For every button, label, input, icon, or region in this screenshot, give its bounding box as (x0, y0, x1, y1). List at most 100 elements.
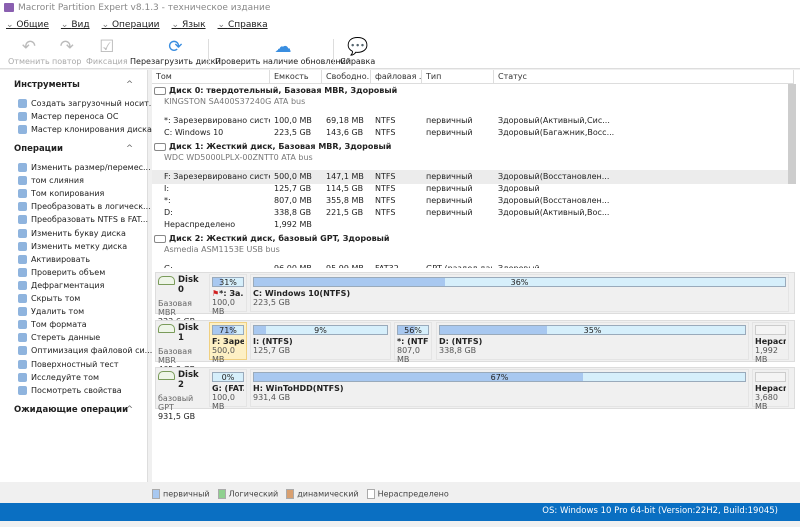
menu-general[interactable]: Общие (6, 20, 49, 35)
usage-bar: 67% (253, 372, 746, 382)
legend: первичный Логический динамический Нераспред… (152, 487, 449, 501)
sidebar-operation-item[interactable]: Преобразовать в логическ... (18, 202, 151, 212)
cell: Здоровый(Багажник,Восс... (498, 128, 615, 137)
redo-button[interactable]: ↷ повтор (52, 37, 81, 66)
partition-block[interactable]: 56% *: (NTFS)807,0 MB (394, 322, 432, 364)
item-label: Мастер переноса ОС (31, 112, 119, 121)
sidebar-operation-item[interactable]: Изменить метку диска (18, 241, 128, 251)
operation-icon (18, 267, 27, 277)
sidebar-tool-item[interactable]: Создать загрузочный носит... (18, 99, 156, 108)
app-icon (4, 3, 14, 12)
disk-block[interactable]: Disk 2 базовый GPT931,5 GB 0% G: (FAT...100… (155, 367, 795, 421)
partition-block[interactable]: 36% C: Windows 10(NTFS) 223,5 GB (250, 274, 789, 312)
partition-block[interactable]: 0% G: (FAT...100,0 MB (209, 369, 247, 411)
operation-icon (18, 202, 27, 212)
operation-icon (18, 359, 27, 369)
cell: 338,8 GB (274, 208, 312, 217)
undo-label: Отменить (8, 57, 50, 66)
collapse-icon[interactable]: ^ (126, 144, 133, 154)
check-updates-button[interactable]: ☁ Проверить наличие обновлений (215, 37, 351, 66)
partition-block[interactable]: 31% ⚑*: За...100,0 MB (209, 274, 247, 316)
disk-header[interactable]: Диск 0: твердотельный, Базовая MBR, Здор… (154, 86, 397, 95)
column-header[interactable]: Том (152, 70, 270, 84)
item-label: Изменить метку диска (31, 241, 128, 251)
partition-name: D: (NTFS) (439, 337, 746, 346)
cell: I: (164, 184, 170, 193)
item-label: Оптимизация файловой си... (31, 346, 153, 356)
pending-operations-section[interactable]: Ожидающие операции ^ (14, 405, 133, 415)
sidebar-tool-item[interactable]: Мастер клонирования диска (18, 125, 152, 134)
disk-name: Disk 1 (178, 323, 199, 343)
os-info: OS: Windows 10 Pro 64-bit (Version:22H2,… (542, 506, 778, 516)
partition-block[interactable]: 35% D: (NTFS) 338,8 GB (436, 322, 749, 360)
column-header[interactable]: Статус (494, 70, 794, 84)
sidebar-operation-item[interactable]: Поверхностный тест (18, 359, 118, 369)
table-row[interactable]: C: Windows 10 223,5 GB 143,6 GB NTFS первичн… (152, 126, 792, 140)
sidebar-operation-item[interactable]: Активировать (18, 254, 90, 264)
operation-icon (18, 385, 27, 395)
collapse-icon[interactable]: ^ (126, 80, 133, 90)
sidebar-operation-item[interactable]: Дефрагментация (18, 280, 104, 290)
column-header[interactable]: Свободно... (322, 70, 371, 84)
partition-label: D: (NTFS) (439, 337, 483, 346)
sidebar-operation-item[interactable]: Том копирования (18, 189, 104, 199)
disk-size: 931,5 GB (158, 412, 196, 421)
section-title: Операции (14, 144, 63, 154)
sidebar-operation-item[interactable]: Том формата (18, 320, 87, 330)
sidebar-operation-item[interactable]: Посмотреть свойства (18, 385, 122, 395)
sidebar-operation-item[interactable]: Изменить размер/перемес... (18, 163, 151, 172)
sidebar-operation-item[interactable]: Стереть данные (18, 333, 100, 343)
sidebar-operation-item[interactable]: Оптимизация файловой си... (18, 346, 153, 356)
partition-size: 125,7 GB (253, 346, 291, 355)
help-button[interactable]: 💬 Справка (340, 37, 375, 66)
sidebar-tool-item[interactable]: Мастер переноса ОС (18, 112, 118, 121)
partition-label: Нераспн... (755, 337, 786, 346)
sidebar-operation-item[interactable]: Скрыть том (18, 294, 80, 303)
sidebar-operation-item[interactable]: Исследуйте том (18, 372, 99, 382)
disk-header[interactable]: Диск 1: Жесткий диск, Базовая MBR, Здоро… (154, 142, 391, 151)
column-header[interactable]: Емкость (270, 70, 322, 84)
partition-label: G: (FAT... (212, 384, 244, 393)
undo-button[interactable]: ↶ Отменить (8, 37, 50, 66)
operations-section[interactable]: Операции ^ (14, 144, 133, 154)
collapse-icon[interactable]: ^ (126, 405, 133, 415)
partition-block[interactable]: 71% F: Заре...500,0 MB (209, 322, 247, 364)
cell: 223,5 GB (274, 128, 312, 137)
help-bubble-icon: 💬 (347, 37, 369, 57)
disk-block[interactable]: Disk 1Базовая MBR465,8 GB71%F: Заре...50… (155, 320, 795, 374)
operation-icon (18, 215, 27, 225)
sidebar-operation-item[interactable]: том слияния (18, 176, 84, 186)
commit-button[interactable]: ☑ Фиксация (86, 37, 128, 66)
sidebar-operation-item[interactable]: Изменить букву диска (18, 228, 126, 238)
cell: NTFS (375, 172, 396, 181)
cell: NTFS (375, 184, 396, 193)
operation-icon (18, 320, 27, 330)
column-header[interactable]: файловая ... (371, 70, 422, 84)
partition-size: 338,8 GB (439, 346, 477, 355)
menu-operations[interactable]: Операции (102, 20, 160, 35)
partition-block[interactable]: 67% H: WinToHDD(NTFS) 931,4 GB (250, 369, 749, 407)
redo-label: повтор (52, 57, 82, 66)
partition-size: 223,5 GB (253, 298, 291, 307)
cell: 500,0 MB (274, 172, 312, 181)
menu-help[interactable]: Справка (218, 20, 268, 35)
table-row[interactable]: Нераспределено 1,992 MB (152, 218, 792, 232)
menu-language[interactable]: Язык (172, 20, 206, 35)
cell: первичный (426, 116, 473, 125)
operation-icon (18, 189, 27, 199)
item-label: Посмотреть свойства (31, 385, 122, 395)
cell: Здоровый(Активный,Сис... (498, 116, 610, 125)
sidebar-operation-item[interactable]: Преобразовать NTFS в FAT... (18, 215, 148, 225)
table-scrollbar[interactable] (788, 84, 796, 184)
partition-block[interactable]: 9% I: (NTFS) 125,7 GB (250, 322, 391, 360)
cell: 100,0 MB (274, 116, 312, 125)
disk-header[interactable]: Диск 2: Жесткий диск, базовый GPT, Здоро… (154, 234, 389, 243)
column-header[interactable]: Тип (422, 70, 494, 84)
tools-section[interactable]: Инструменты ^ (14, 80, 133, 90)
sidebar-operation-item[interactable]: Удалить том (18, 307, 84, 317)
sidebar-operation-item[interactable]: Проверить объем (18, 267, 105, 277)
disk-block[interactable]: Disk 0Базовая MBR223,6 GB31%⚑*: За...100… (155, 272, 795, 326)
menu-view[interactable]: Вид (61, 20, 89, 35)
unallocated-block[interactable]: Нераспн...1,992 MB (752, 322, 789, 364)
unallocated-block[interactable]: Нераспн...3,680 MB (752, 369, 789, 411)
